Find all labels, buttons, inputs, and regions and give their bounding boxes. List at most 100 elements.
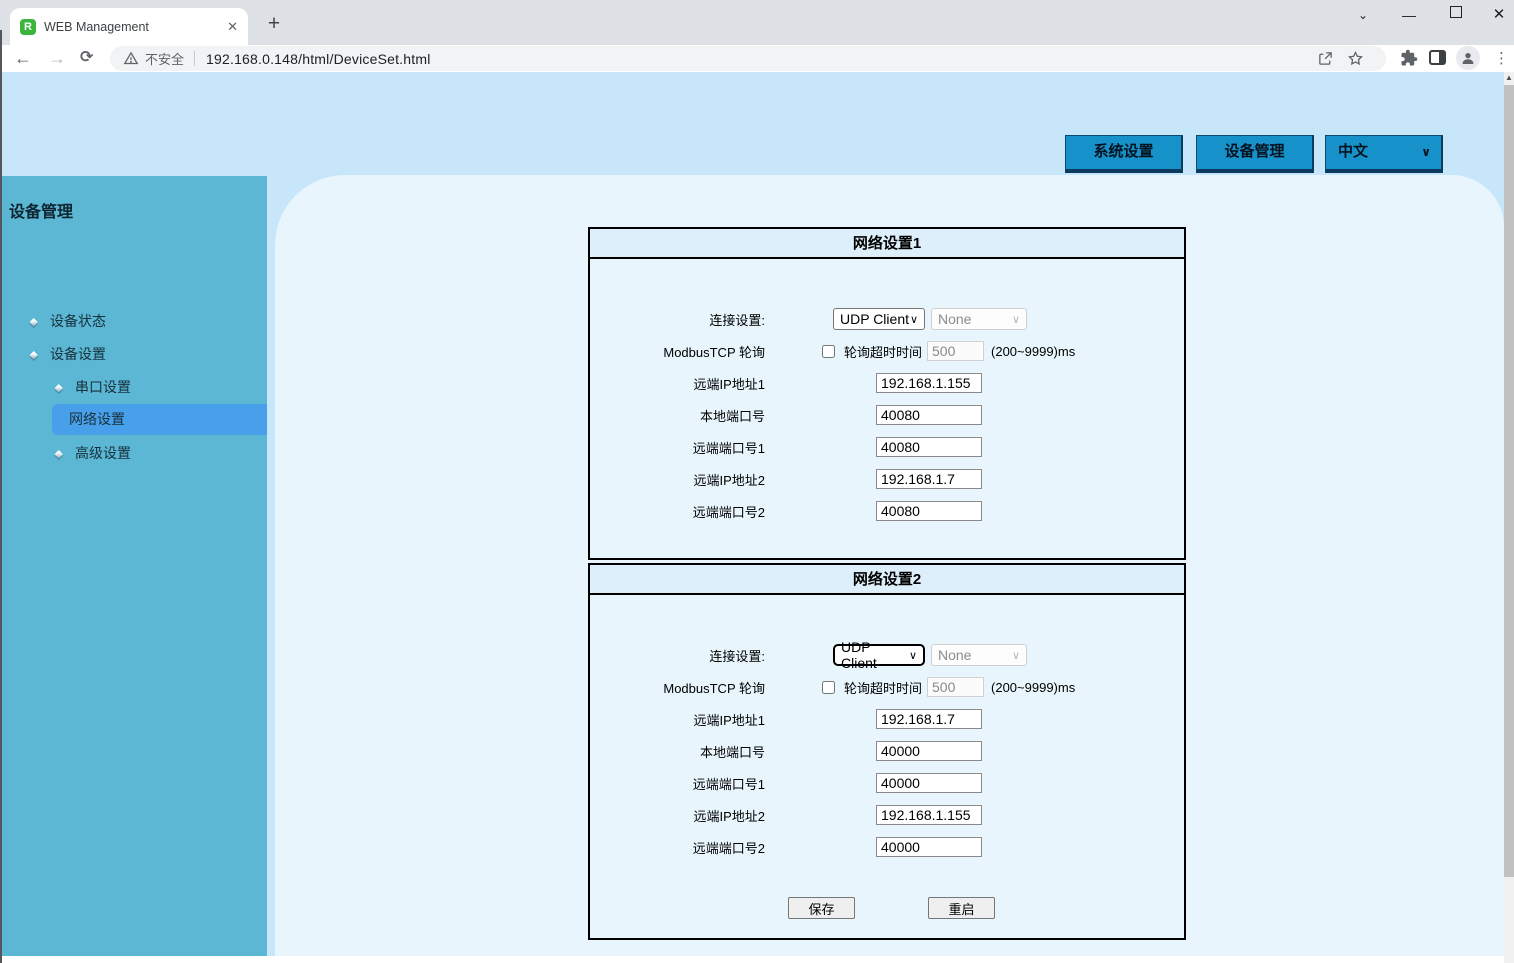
language-select-value: 中文 <box>1338 143 1368 160</box>
remote-port2-input[interactable] <box>876 837 982 857</box>
restart-button[interactable]: 重启 <box>928 897 995 919</box>
modbus-poll-checkbox[interactable] <box>822 345 835 358</box>
field-row: 本地端口号 <box>590 399 1184 431</box>
local-port-input[interactable] <box>876 741 982 761</box>
browser-tab[interactable]: R WEB Management ✕ <box>10 8 248 45</box>
chevron-down-icon: ∨ <box>910 313 918 326</box>
web-page: 系统设置 设备管理 中文 ∨ 设备管理 设备状态 设备设置 串口设置 网络设置 … <box>0 72 1514 963</box>
timeout-input-disabled <box>927 341 984 361</box>
timeout-hint: (200~9999)ms <box>991 344 1075 359</box>
scrollbar-thumb[interactable] <box>1504 85 1514 877</box>
forward-icon: → <box>48 44 66 72</box>
field-label: 远端端口号2 <box>590 838 765 857</box>
field-row: 远端端口号2 <box>590 495 1184 527</box>
sidebar-item-label: 串口设置 <box>75 379 131 395</box>
field-row: 远端IP地址2 <box>590 799 1184 831</box>
scrollbar-up-arrow-icon[interactable]: ▲ <box>1504 72 1514 84</box>
browser-menu-kebab-icon[interactable]: ⋮ <box>1494 46 1509 71</box>
sidebar-item-label: 设备设置 <box>50 346 106 362</box>
window-left-edge <box>0 30 2 963</box>
select-value: None <box>938 311 971 327</box>
site-favicon-icon: R <box>20 19 36 35</box>
remote-ip1-input[interactable] <box>876 709 982 729</box>
sidebar-item-label: 网络设置 <box>69 411 125 427</box>
remote-port1-input[interactable] <box>876 437 982 457</box>
sidebar-item-label: 高级设置 <box>75 445 131 461</box>
modbus-row: ModbusTCP 轮询 轮询超时时间 (200~9999)ms <box>590 671 1184 703</box>
window-close-icon[interactable]: ✕ <box>1484 0 1514 30</box>
field-row: 远端IP地址2 <box>590 463 1184 495</box>
timeout-hint: (200~9999)ms <box>991 680 1075 695</box>
security-status-label[interactable]: 不安全 <box>145 49 184 68</box>
connection-row: 连接设置: UDP Client∨ None∨ <box>590 303 1184 335</box>
sidebar-item-serial-settings[interactable]: 串口设置 <box>55 377 131 397</box>
bookmark-star-icon[interactable] <box>1347 50 1364 72</box>
timeout-input-disabled <box>927 677 984 697</box>
page-bottom-strip <box>0 956 1514 963</box>
sidebar-item-device-settings[interactable]: 设备设置 <box>30 344 106 364</box>
sidebar: 设备管理 设备状态 设备设置 串口设置 网络设置 高级设置 <box>0 176 267 956</box>
address-bar[interactable]: 不安全 192.168.0.148/html/DeviceSet.html <box>110 46 1386 71</box>
sidebar-item-device-status[interactable]: 设备状态 <box>30 311 106 331</box>
arrow-bullet-icon <box>29 351 37 359</box>
language-select[interactable]: 中文 ∨ <box>1325 135 1443 173</box>
sidebar-item-advanced-settings[interactable]: 高级设置 <box>55 443 131 463</box>
field-row: 远端端口号2 <box>590 831 1184 863</box>
extensions-puzzle-icon[interactable] <box>1400 49 1418 72</box>
url-text[interactable]: 192.168.0.148/html/DeviceSet.html <box>206 51 431 67</box>
field-label: 远端IP地址1 <box>590 374 765 393</box>
chevron-down-icon: ∨ <box>909 649 917 662</box>
connection-label: 连接设置: <box>590 310 765 329</box>
device-management-nav-button[interactable]: 设备管理 <box>1196 135 1314 173</box>
sidebar-item-network-settings-selected[interactable]: 网络设置 <box>52 404 267 435</box>
select-value: UDP Client <box>841 639 909 671</box>
reload-icon[interactable]: ⟳ <box>80 44 93 72</box>
field-row: 远端IP地址1 <box>590 703 1184 735</box>
remote-port1-input[interactable] <box>876 773 982 793</box>
remote-ip1-input[interactable] <box>876 373 982 393</box>
field-label: 远端IP地址1 <box>590 710 765 729</box>
new-tab-button[interactable]: + <box>260 10 288 38</box>
connection-type-select-focused[interactable]: UDP Client∨ <box>833 644 925 666</box>
share-icon[interactable] <box>1317 50 1334 72</box>
timeout-label: 轮询超时时间 <box>844 678 922 697</box>
profile-avatar-icon[interactable] <box>1456 46 1480 70</box>
page-scrollbar[interactable]: ▲ <box>1504 72 1514 963</box>
select-value: UDP Client <box>840 311 909 327</box>
remote-port2-input[interactable] <box>876 501 982 521</box>
connection-type-select[interactable]: UDP Client∨ <box>833 308 925 330</box>
tab-strip: R WEB Management ✕ + ⌄ — ✕ <box>0 0 1514 45</box>
modbus-poll-checkbox[interactable] <box>822 681 835 694</box>
field-label: 本地端口号 <box>590 406 765 425</box>
local-port-input[interactable] <box>876 405 982 425</box>
arrow-bullet-icon <box>54 384 62 392</box>
connection-secondary-select-disabled: None ∨ <box>931 308 1027 330</box>
field-row: 远端IP地址1 <box>590 367 1184 399</box>
system-settings-nav-button[interactable]: 系统设置 <box>1065 135 1183 173</box>
browser-window: R WEB Management ✕ + ⌄ — ✕ ← → ⟳ 不安全 192… <box>0 0 1514 963</box>
field-label: 远端端口号2 <box>590 502 765 521</box>
modbus-label: ModbusTCP 轮询 <box>590 342 765 361</box>
omnibox-divider <box>194 51 195 66</box>
remote-ip2-input[interactable] <box>876 805 982 825</box>
network-settings-2-form: 网络设置2 连接设置: UDP Client∨ None∨ ModbusTCP … <box>588 563 1186 940</box>
tab-search-chevron-icon[interactable]: ⌄ <box>1348 0 1378 30</box>
network-settings-1-form: 网络设置1 连接设置: UDP Client∨ None∨ ModbusTCP … <box>588 227 1186 560</box>
sidebar-item-label: 设备状态 <box>50 313 106 329</box>
side-panel-icon[interactable] <box>1429 50 1446 65</box>
select-value: None <box>938 647 971 663</box>
back-icon[interactable]: ← <box>14 44 32 72</box>
tab-title: WEB Management <box>44 20 204 34</box>
chevron-down-icon: ∨ <box>1012 313 1020 326</box>
timeout-label: 轮询超时时间 <box>844 342 922 361</box>
window-maximize-icon[interactable] <box>1450 6 1462 18</box>
arrow-bullet-icon <box>29 318 37 326</box>
tab-close-icon[interactable]: ✕ <box>227 19 238 35</box>
save-button[interactable]: 保存 <box>788 897 855 919</box>
field-label: 远端IP地址2 <box>590 470 765 489</box>
window-minimize-icon[interactable]: — <box>1394 0 1424 30</box>
field-label: 远端端口号1 <box>590 438 765 457</box>
remote-ip2-input[interactable] <box>876 469 982 489</box>
connection-row: 连接设置: UDP Client∨ None∨ <box>590 639 1184 671</box>
form-title: 网络设置1 <box>590 229 1184 259</box>
